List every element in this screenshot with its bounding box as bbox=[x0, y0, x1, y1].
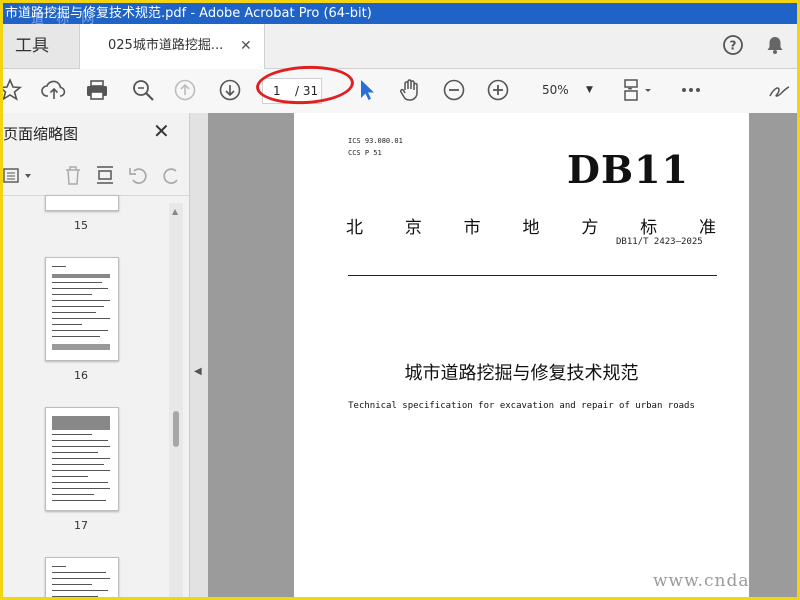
insert-page-icon[interactable] bbox=[93, 163, 117, 187]
next-page-icon[interactable] bbox=[217, 77, 243, 103]
thumbnail-page-16[interactable] bbox=[45, 257, 119, 361]
scrollbar-thumb[interactable] bbox=[173, 411, 179, 447]
upload-icon[interactable] bbox=[41, 77, 67, 103]
search-icon[interactable] bbox=[130, 77, 156, 103]
panel-close-icon[interactable]: ✕ bbox=[153, 119, 170, 143]
panel-scrollbar[interactable]: ▲ bbox=[169, 203, 183, 597]
tab-close-icon[interactable]: ✕ bbox=[240, 24, 252, 68]
thumbnail-label: 15 bbox=[74, 219, 88, 232]
sign-icon[interactable] bbox=[767, 77, 793, 103]
thumbnail-page-15[interactable] bbox=[45, 195, 119, 211]
panel-toolbar bbox=[3, 157, 189, 196]
rotate-right-icon[interactable] bbox=[159, 163, 183, 187]
standard-char: 准 bbox=[698, 218, 716, 238]
page-layout-icon[interactable] bbox=[620, 77, 654, 103]
zoom-select[interactable]: 50% ▼ bbox=[530, 78, 604, 102]
standard-char: 京 bbox=[404, 218, 422, 238]
panel-title: 页面缩略图 bbox=[3, 125, 79, 143]
watermark-bottom: www.cndao. bbox=[653, 571, 767, 591]
standard-char: 市 bbox=[463, 218, 481, 238]
scroll-up-icon[interactable]: ▲ bbox=[172, 207, 178, 216]
tab-bar: 工具 025城市道路挖掘... ✕ ? bbox=[3, 24, 797, 69]
tab-document-label: 025城市道路挖掘... bbox=[108, 38, 224, 53]
watermark-top: 道 标 网 bbox=[31, 12, 99, 24]
thumbnail-label: 17 bbox=[74, 519, 88, 532]
tab-tools-label: 工具 bbox=[15, 36, 49, 56]
print-icon[interactable] bbox=[84, 77, 110, 103]
ics-code: ICS 93.080.01 bbox=[348, 137, 403, 145]
tab-document[interactable]: 025城市道路挖掘... ✕ bbox=[79, 24, 265, 69]
select-cursor-icon[interactable] bbox=[353, 77, 379, 103]
help-icon[interactable]: ? bbox=[722, 34, 744, 56]
options-menu-icon[interactable] bbox=[3, 165, 37, 187]
tab-tools[interactable]: 工具 bbox=[3, 24, 79, 68]
standard-type: 北 京 市 地 方 标 准 bbox=[346, 213, 716, 238]
title-bar: 市道路挖掘与修复技术规范.pdf - Adobe Acrobat Pro (64… bbox=[3, 3, 797, 24]
document-title-cn: 城市道路挖掘与修复技术规范 bbox=[404, 363, 639, 384]
chevron-down-icon: ▼ bbox=[586, 85, 593, 95]
app-window: 市道路挖掘与修复技术规范.pdf - Adobe Acrobat Pro (64… bbox=[3, 3, 797, 597]
thumbnails-panel: 页面缩略图 ✕ 15 16 17 ▲ bbox=[3, 113, 190, 597]
standard-char: 方 bbox=[581, 218, 599, 238]
more-icon[interactable] bbox=[678, 77, 704, 103]
delete-page-icon[interactable] bbox=[61, 163, 85, 187]
zoom-in-icon[interactable] bbox=[485, 77, 511, 103]
hand-icon[interactable] bbox=[397, 77, 423, 103]
star-icon[interactable] bbox=[3, 77, 23, 103]
divider bbox=[348, 275, 717, 276]
standard-number: DB11/T 2423—2025 bbox=[616, 237, 703, 247]
svg-text:?: ? bbox=[730, 39, 737, 53]
thumbnail-page-18[interactable] bbox=[45, 557, 119, 597]
main-toolbar: 1 / 31 50% ▼ bbox=[3, 63, 797, 114]
document-view[interactable]: ICS 93.080.01 CCS P 51 DB11 北 京 市 地 方 标 … bbox=[208, 113, 797, 597]
chevron-left-icon: ◀ bbox=[194, 366, 202, 377]
document-title-en: Technical specification for excavation a… bbox=[348, 401, 695, 411]
zoom-out-icon[interactable] bbox=[441, 77, 467, 103]
annotation-highlight-oval bbox=[255, 63, 355, 107]
standard-char: 北 bbox=[346, 218, 363, 238]
standard-char: 地 bbox=[522, 218, 540, 238]
standard-code: DB11 bbox=[567, 147, 689, 192]
zoom-value: 50% bbox=[542, 83, 569, 97]
standard-char: 标 bbox=[640, 218, 658, 238]
panel-collapse-handle[interactable]: ◀ bbox=[190, 113, 208, 597]
document-page: ICS 93.080.01 CCS P 51 DB11 北 京 市 地 方 标 … bbox=[294, 113, 749, 597]
bell-icon[interactable] bbox=[764, 34, 786, 56]
ccs-code: CCS P 51 bbox=[348, 149, 382, 157]
rotate-left-icon[interactable] bbox=[127, 163, 151, 187]
thumbnail-label: 16 bbox=[74, 369, 88, 382]
thumbnail-page-17[interactable] bbox=[45, 407, 119, 511]
prev-page-icon[interactable] bbox=[172, 77, 198, 103]
